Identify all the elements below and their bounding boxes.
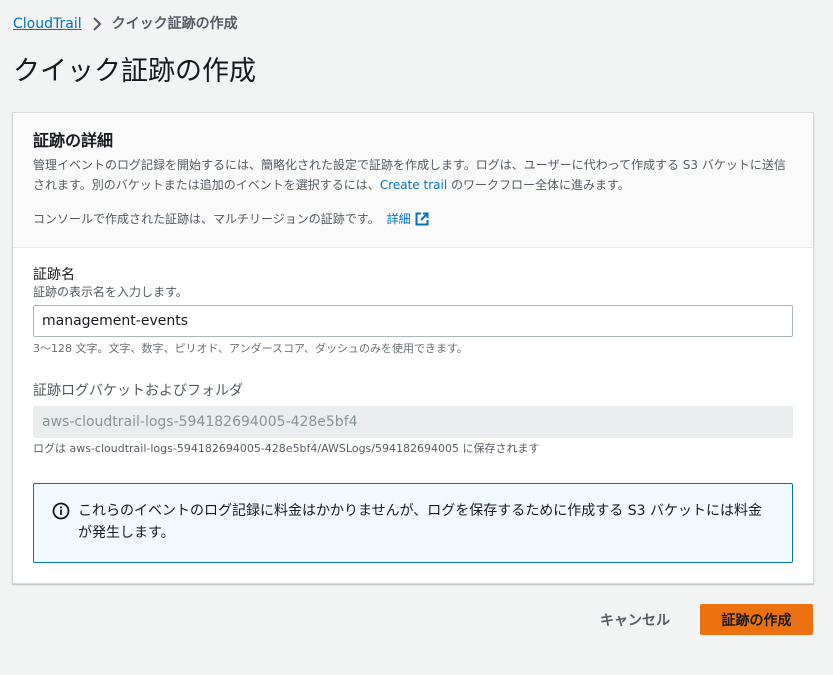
page-title: クイック証跡の作成 [13, 56, 256, 87]
panel-heading: 証跡の詳細 [33, 131, 114, 150]
trail-details-panel: 証跡の詳細 管理イベントのログ記録を開始するには、簡略化された設定で証跡を作成し… [12, 112, 814, 584]
bucket-path-note: ログは aws-cloudtrail-logs-594182694005-428… [33, 442, 540, 455]
trail-name-input[interactable] [33, 305, 793, 337]
form-actions: キャンセル 証跡の作成 [580, 604, 813, 635]
multiregion-note-text: コンソールで作成された証跡は、マルチリージョンの証跡です。 [33, 212, 380, 226]
info-icon [52, 502, 70, 524]
trail-name-field: 証跡名 証跡の表示名を入力します。 3〜128 文字。文字、数字、ピリオド、アン… [33, 265, 793, 357]
panel-header: 証跡の詳細 管理イベントのログ記録を開始するには、簡略化された設定で証跡を作成し… [13, 113, 813, 248]
bucket-field: 証跡ログバケットおよびフォルダ ログは aws-cloudtrail-logs-… [33, 381, 793, 457]
cost-info-alert: これらのイベントのログ記録に料金はかかりませんが、ログを保存するために作成する … [33, 483, 793, 563]
cancel-button[interactable]: キャンセル [580, 604, 690, 635]
trail-name-constraint: 3〜128 文字。文字、数字、ピリオド、アンダースコア、ダッシュのみを使用できま… [33, 342, 468, 355]
trail-name-label: 証跡名 [33, 267, 75, 283]
description-suffix: のワークフロー全体に進みます。 [447, 178, 630, 192]
cost-info-text: これらのイベントのログ記録に料金はかかりませんが、ログを保存するために作成する … [78, 503, 762, 541]
create-trail-link[interactable]: Create trail [380, 178, 447, 192]
trail-name-description: 証跡の表示名を入力します。 [33, 285, 188, 299]
chevron-right-icon [92, 17, 102, 31]
create-trail-button[interactable]: 証跡の作成 [700, 604, 813, 635]
details-link-label: 詳細 [386, 212, 411, 226]
bucket-label: 証跡ログバケットおよびフォルダ [33, 383, 243, 399]
breadcrumb-cloudtrail-link[interactable]: CloudTrail [13, 14, 82, 34]
panel-body: 証跡名 証跡の表示名を入力します。 3〜128 文字。文字、数字、ピリオド、アン… [13, 248, 813, 563]
multiregion-note: コンソールで作成された証跡は、マルチリージョンの証跡です。 詳細 [33, 209, 793, 229]
breadcrumb-current: クイック証跡の作成 [111, 16, 238, 32]
external-link-icon [415, 212, 429, 226]
details-link[interactable]: 詳細 [387, 209, 429, 229]
bucket-input [33, 406, 793, 438]
breadcrumb: CloudTrail クイック証跡の作成 [13, 14, 238, 34]
panel-description: 管理イベントのログ記録を開始するには、簡略化された設定で証跡を作成します。ログは… [33, 155, 793, 195]
